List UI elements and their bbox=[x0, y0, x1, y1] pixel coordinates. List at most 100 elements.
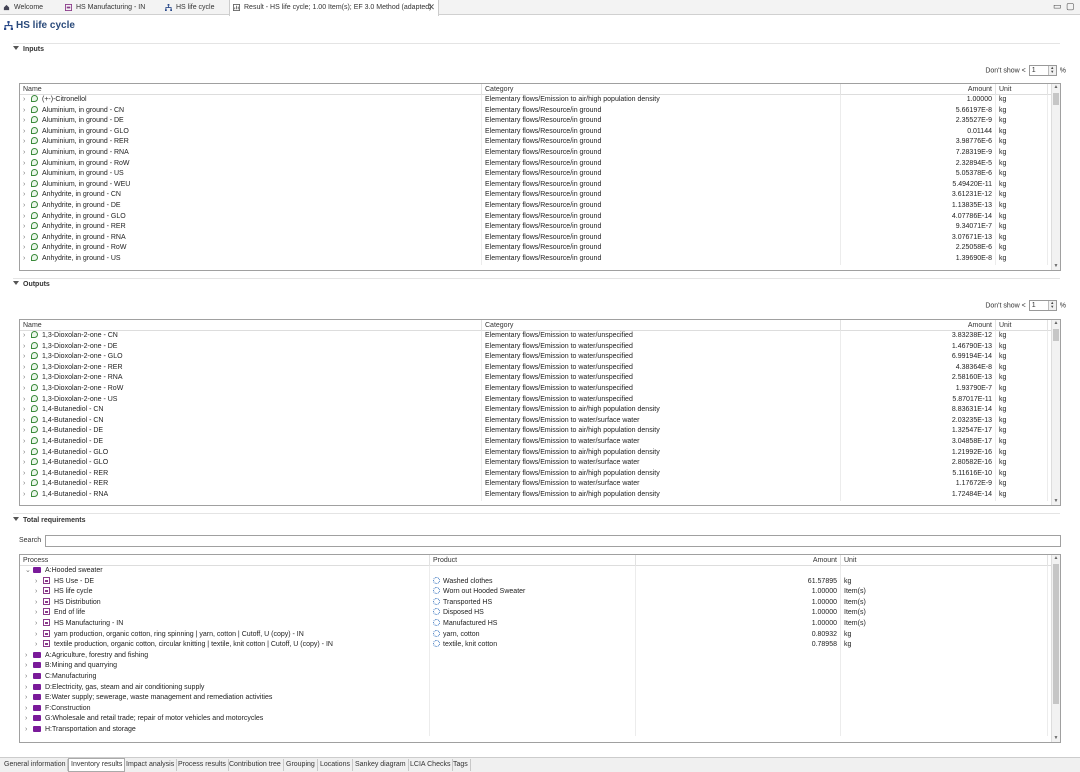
table-row[interactable]: › Aluminium, in ground - RoW Elementary fl… bbox=[20, 158, 1060, 170]
scroll-up-icon[interactable]: ▲ bbox=[1053, 555, 1059, 562]
expand-chevron-icon[interactable]: › bbox=[23, 190, 31, 201]
table-row[interactable]: › 1,4-Butanediol - RNA Elementary flows/Em… bbox=[20, 489, 1060, 501]
expand-chevron-icon[interactable]: › bbox=[35, 619, 43, 630]
table-row[interactable]: › HS Use - DE Washed clothes 61.57895 kg bbox=[20, 576, 1060, 588]
tab-inventory-results[interactable]: Inventory results bbox=[68, 758, 126, 772]
expand-chevron-icon[interactable]: › bbox=[25, 661, 33, 672]
table-row[interactable]: › Anhydrite, in ground - RER Elementary fl… bbox=[20, 222, 1060, 233]
column-header-name[interactable]: Name bbox=[20, 84, 482, 95]
scroll-down-icon[interactable]: ▼ bbox=[1053, 498, 1059, 505]
table-row[interactable]: › Anhydrite, in ground - RNA Elementary fl… bbox=[20, 232, 1060, 244]
table-row[interactable]: › Aluminium, in ground - RER Elementary fl… bbox=[20, 137, 1060, 148]
table-row[interactable]: › Aluminium, in ground - DE Elementary flo… bbox=[20, 116, 1060, 127]
table-row[interactable]: › Aluminium, in ground - US Elementary flo… bbox=[20, 169, 1060, 180]
expand-chevron-icon[interactable]: › bbox=[23, 169, 31, 180]
spinner-arrows-icon[interactable]: ▲ ▼ bbox=[1047, 66, 1056, 75]
table-row[interactable]: › Anhydrite, in ground - CN Elementary flo… bbox=[20, 190, 1060, 201]
tab-sankey-diagram[interactable]: Sankey diagram bbox=[353, 759, 409, 771]
table-row[interactable]: › yarn production, organic cotton, ring s… bbox=[20, 629, 1060, 641]
expand-chevron-icon[interactable]: › bbox=[23, 148, 31, 159]
expand-chevron-icon[interactable]: › bbox=[23, 201, 31, 212]
expand-chevron-icon[interactable]: › bbox=[35, 640, 43, 651]
tab-hs-life-cycle[interactable]: HS life cycle bbox=[162, 0, 228, 15]
table-row[interactable]: › 1,3-Dioxolan-2-one - RER Elementary flow… bbox=[20, 362, 1060, 374]
scroll-down-icon[interactable]: ▼ bbox=[1053, 735, 1059, 742]
table-row[interactable]: › 1,4-Butanediol - CN Elementary flows/Emi… bbox=[20, 405, 1060, 416]
expand-chevron-icon[interactable]: › bbox=[35, 608, 43, 619]
expand-chevron-icon[interactable]: › bbox=[23, 405, 31, 416]
scroll-down-icon[interactable]: ▼ bbox=[1053, 263, 1059, 270]
expand-chevron-icon[interactable]: › bbox=[23, 116, 31, 127]
scroll-up-icon[interactable]: ▲ bbox=[1053, 84, 1059, 91]
expand-chevron-icon[interactable]: › bbox=[23, 469, 31, 480]
table-row[interactable]: › 1,4-Butanediol - DE Elementary flows/Emi… bbox=[20, 426, 1060, 437]
maximize-icon[interactable]: ▢ bbox=[1066, 1, 1075, 12]
close-tab-icon[interactable]: ✕ bbox=[427, 0, 435, 15]
expand-chevron-icon[interactable]: › bbox=[23, 479, 31, 490]
table-row[interactable]: › 1,4-Butanediol - GLO Elementary flows/Em… bbox=[20, 458, 1060, 469]
scroll-thumb[interactable] bbox=[1053, 564, 1059, 704]
expand-chevron-icon[interactable]: › bbox=[35, 630, 43, 641]
expand-chevron-icon[interactable]: › bbox=[35, 598, 43, 609]
tab-grouping[interactable]: Grouping bbox=[284, 759, 318, 771]
expand-chevron-icon[interactable]: › bbox=[23, 363, 31, 374]
expand-chevron-icon[interactable]: › bbox=[23, 127, 31, 138]
table-row[interactable]: › 1,3-Dioxolan-2-one - CN Elementary flows… bbox=[20, 331, 1060, 342]
expand-chevron-icon[interactable]: › bbox=[23, 395, 31, 406]
table-row[interactable]: › Aluminium, in ground - GLO Elementary fl… bbox=[20, 126, 1060, 138]
inputs-table[interactable]: Name Category Amount Unit › (+-)-Citronel… bbox=[19, 83, 1061, 271]
tree-category-row[interactable]: › G:Wholesale and retail trade; repair of… bbox=[20, 714, 1060, 725]
table-row[interactable]: › Aluminium, in ground - WEU Elementary fl… bbox=[20, 179, 1060, 191]
column-header-category[interactable]: Category bbox=[482, 84, 841, 95]
tab-impact-analysis[interactable]: Impact analysis bbox=[124, 759, 178, 771]
expand-chevron-icon[interactable]: › bbox=[23, 106, 31, 117]
expand-chevron-icon[interactable]: › bbox=[25, 683, 33, 694]
table-row[interactable]: › 1,4-Butanediol - CN Elementary flows/Emi… bbox=[20, 415, 1060, 427]
expand-chevron-icon[interactable]: › bbox=[25, 725, 33, 736]
column-header-amount[interactable]: Amount bbox=[841, 320, 996, 331]
tab-lcia-checks[interactable]: LCIA Checks bbox=[408, 759, 454, 771]
table-row[interactable]: › 1,4-Butanediol - RER Elementary flows/Em… bbox=[20, 479, 1060, 490]
table-row[interactable]: › Anhydrite, in ground - US Elementary flo… bbox=[20, 253, 1060, 265]
expand-chevron-icon[interactable]: › bbox=[35, 587, 43, 598]
column-header-process[interactable]: Process bbox=[20, 555, 430, 566]
scroll-thumb[interactable] bbox=[1053, 329, 1059, 341]
expand-chevron-icon[interactable]: › bbox=[23, 95, 31, 106]
tree-category-row[interactable]: › B:Mining and quarrying bbox=[20, 661, 1060, 672]
expand-chevron-icon[interactable]: › bbox=[23, 490, 31, 501]
tree-category-row[interactable]: › F:Construction bbox=[20, 703, 1060, 715]
expand-chevron-icon[interactable]: › bbox=[23, 448, 31, 459]
tab-contribution-tree[interactable]: Contribution tree bbox=[227, 759, 284, 771]
minimize-icon[interactable]: ▭ bbox=[1053, 1, 1062, 12]
vertical-scrollbar[interactable]: ▲ ▼ bbox=[1051, 84, 1060, 270]
total-requirements-table[interactable]: Process Product Amount Unit ⌄ A:Hooded sw… bbox=[19, 554, 1061, 743]
tab-result[interactable]: Result - HS life cycle; 1.00 Item(s); EF… bbox=[229, 0, 439, 16]
expand-chevron-icon[interactable]: › bbox=[25, 672, 33, 683]
table-row[interactable]: › Aluminium, in ground - CN Elementary flo… bbox=[20, 105, 1060, 117]
expand-chevron-icon[interactable]: › bbox=[25, 693, 33, 704]
tree-group-row[interactable]: ⌄ A:Hooded sweater bbox=[20, 566, 1060, 577]
total-requirements-section-header[interactable]: Total requirements bbox=[13, 517, 86, 524]
spinner-arrows-icon[interactable]: ▲ ▼ bbox=[1047, 301, 1056, 310]
table-row[interactable]: › 1,3-Dioxolan-2-one - RoW Elementary flow… bbox=[20, 383, 1060, 395]
expand-chevron-icon[interactable]: › bbox=[23, 352, 31, 363]
table-row[interactable]: › Aluminium, in ground - RNA Elementary fl… bbox=[20, 147, 1060, 159]
expand-chevron-icon[interactable]: › bbox=[25, 704, 33, 715]
table-row[interactable]: › 1,3-Dioxolan-2-one - US Elementary flows… bbox=[20, 394, 1060, 406]
outputs-cutoff-spinner[interactable]: 1 ▲ ▼ bbox=[1028, 300, 1057, 311]
table-row[interactable]: › 1,4-Butanediol - RER Elementary flows/Em… bbox=[20, 468, 1060, 480]
expand-chevron-icon[interactable]: › bbox=[23, 373, 31, 384]
scroll-thumb[interactable] bbox=[1053, 93, 1059, 105]
expand-chevron-icon[interactable]: › bbox=[23, 254, 31, 265]
table-row[interactable]: › HS Distribution Transported HS 1.00000 Ite… bbox=[20, 597, 1060, 609]
table-row[interactable]: › (+-)-Citronellol Elementary flows/Emissi… bbox=[20, 95, 1060, 106]
table-row[interactable]: › End of life Disposed HS 1.00000 Item(s) bbox=[20, 608, 1060, 619]
tab-locations[interactable]: Locations bbox=[318, 759, 353, 771]
tab-general-information[interactable]: General information bbox=[2, 759, 69, 771]
column-header-category[interactable]: Category bbox=[482, 320, 841, 331]
vertical-scrollbar[interactable]: ▲ ▼ bbox=[1051, 555, 1060, 742]
column-header-amount[interactable]: Amount bbox=[841, 84, 996, 95]
column-header-unit[interactable]: Unit bbox=[841, 555, 1048, 566]
expand-chevron-icon[interactable]: › bbox=[23, 437, 31, 448]
expand-chevron-icon[interactable]: › bbox=[23, 426, 31, 437]
